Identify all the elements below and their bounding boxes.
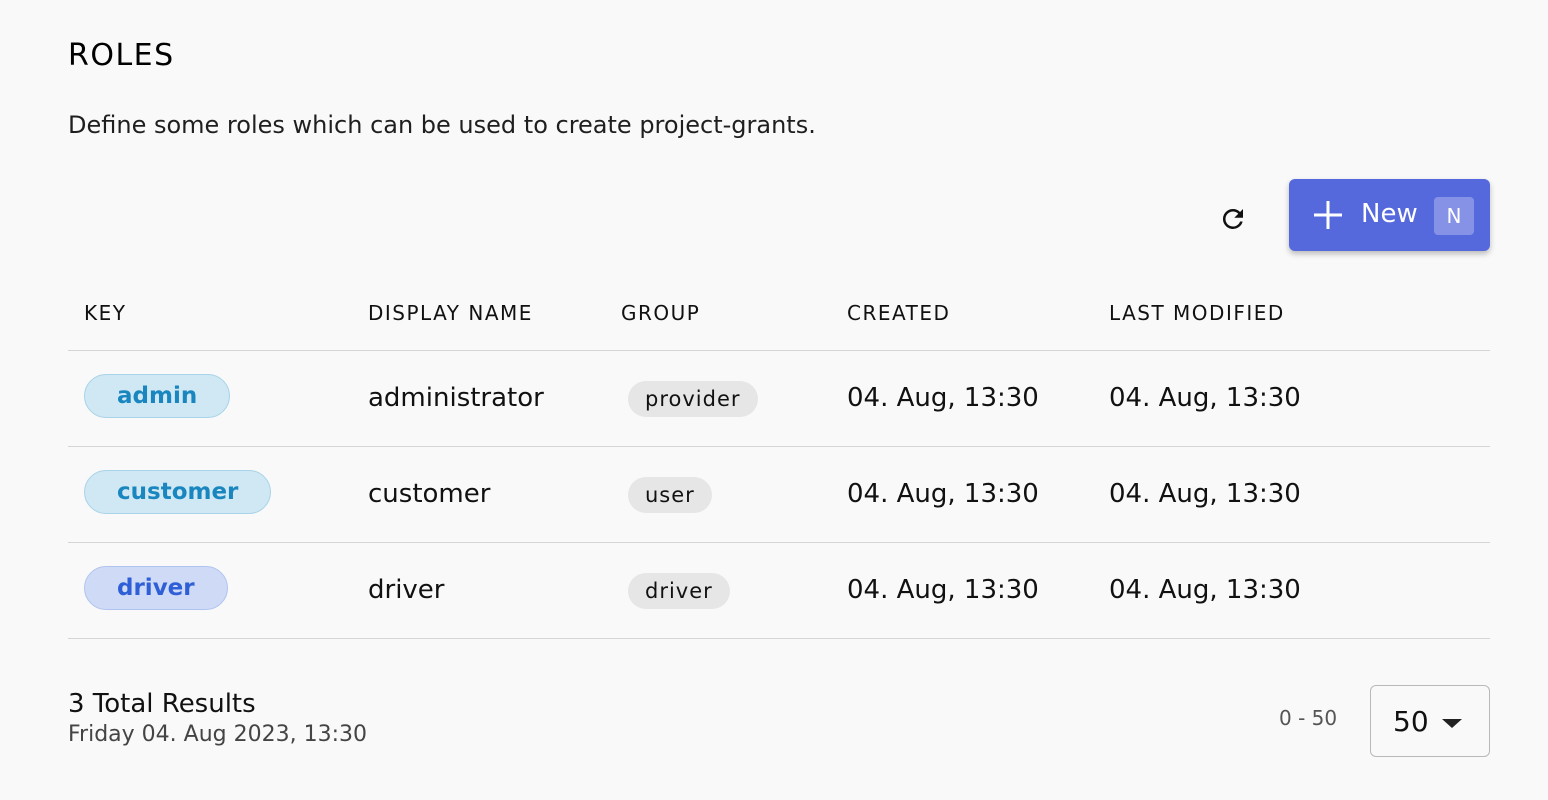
roles-table: KEY DISPLAY NAME GROUP CREATED LAST MODI… [68, 280, 1490, 639]
total-results: 3 Total Results [68, 689, 256, 719]
column-header-last-modified[interactable]: LAST MODIFIED [1109, 301, 1285, 325]
page-title: ROLES [68, 38, 175, 73]
table-row[interactable]: customer customer user 04. Aug, 13:30 04… [68, 447, 1490, 543]
results-timestamp: Friday 04. Aug 2023, 13:30 [68, 722, 367, 747]
role-key-chip[interactable]: driver [84, 566, 228, 610]
page-size-select[interactable]: 50 [1370, 685, 1490, 757]
caret-down-icon [1442, 719, 1462, 728]
role-last-modified: 04. Aug, 13:30 [1109, 479, 1301, 509]
page-size-value: 50 [1393, 705, 1429, 738]
role-last-modified: 04. Aug, 13:30 [1109, 575, 1301, 605]
role-last-modified: 04. Aug, 13:30 [1109, 383, 1301, 413]
table-row[interactable]: admin administrator provider 04. Aug, 13… [68, 351, 1490, 447]
role-display-name: administrator [368, 383, 544, 413]
keyboard-shortcut-badge: N [1434, 197, 1474, 235]
role-key-chip[interactable]: admin [84, 374, 231, 418]
pagination-range: 0 - 50 [1279, 706, 1338, 730]
page-description: Define some roles which can be used to c… [68, 111, 816, 139]
column-header-key[interactable]: KEY [84, 301, 126, 325]
table-row[interactable]: driver driver driver 04. Aug, 13:30 04. … [68, 543, 1490, 639]
table-header: KEY DISPLAY NAME GROUP CREATED LAST MODI… [68, 280, 1490, 351]
plus-icon [1314, 201, 1342, 229]
new-role-button[interactable]: New N [1289, 179, 1490, 251]
role-key-chip[interactable]: customer [84, 470, 272, 514]
column-header-created[interactable]: CREATED [847, 301, 950, 325]
role-display-name: driver [368, 575, 445, 605]
role-group-chip: provider [628, 381, 758, 417]
new-button-label: New [1361, 199, 1418, 229]
role-created: 04. Aug, 13:30 [847, 479, 1039, 509]
role-display-name: customer [368, 479, 491, 509]
role-created: 04. Aug, 13:30 [847, 383, 1039, 413]
refresh-icon [1222, 208, 1243, 229]
roles-page: ROLES Define some roles which can be use… [0, 0, 1548, 800]
column-header-display-name[interactable]: DISPLAY NAME [368, 301, 533, 325]
column-header-group[interactable]: GROUP [621, 301, 700, 325]
role-group-chip: user [628, 477, 712, 513]
role-created: 04. Aug, 13:30 [847, 575, 1039, 605]
role-group-chip: driver [628, 573, 730, 609]
refresh-button[interactable] [1212, 198, 1254, 240]
